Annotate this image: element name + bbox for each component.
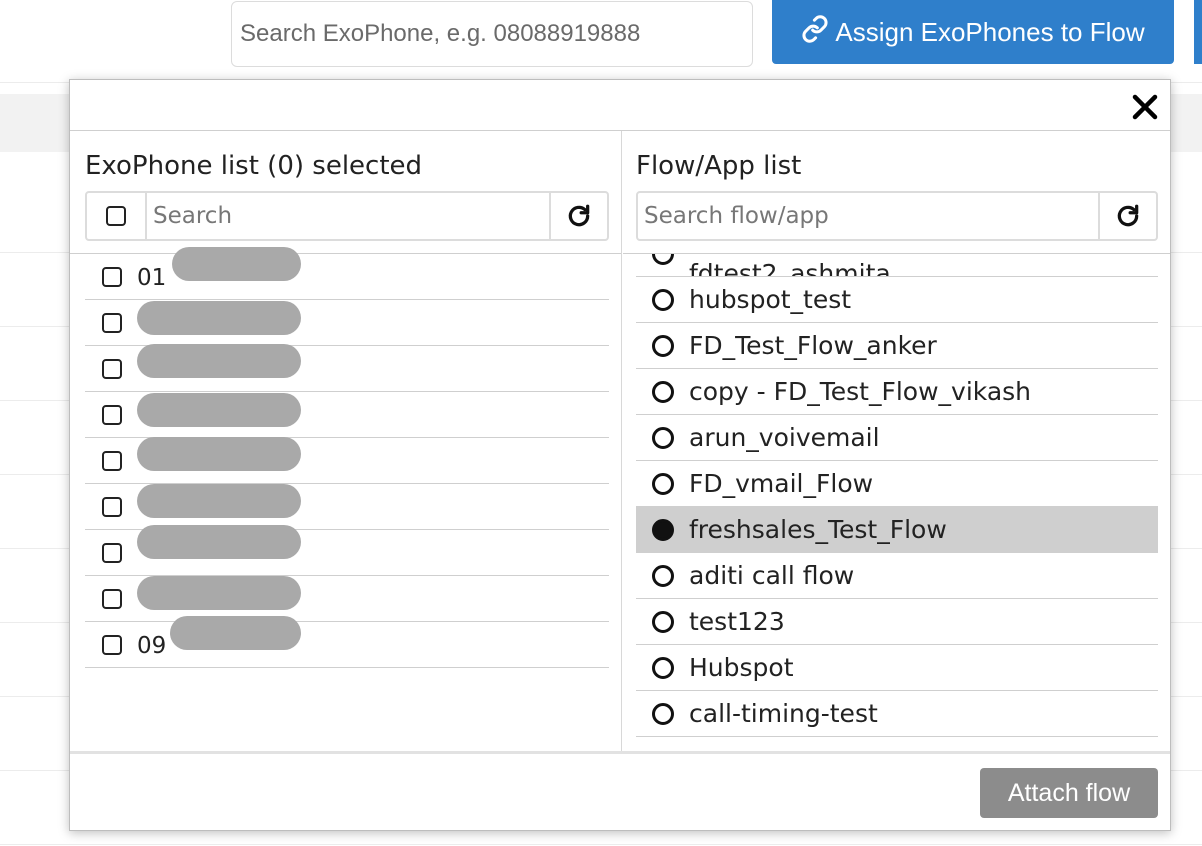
flow-label: freshsales_Test_Flow: [689, 515, 947, 544]
flow-label: test123: [689, 607, 785, 636]
redacted-number: [137, 576, 301, 610]
radio-button[interactable]: [652, 254, 674, 265]
row-divider: [0, 844, 1202, 845]
redacted-number: [137, 344, 301, 378]
flow-label: fdtest2_ashmita: [689, 259, 891, 277]
row-checkbox[interactable]: [102, 313, 122, 333]
row-checkbox[interactable]: [102, 267, 122, 287]
flow-label: copy - FD_Test_Flow_vikash: [689, 377, 1032, 406]
flow-searchbar: [636, 191, 1158, 241]
flow-item[interactable]: aditi call flow: [636, 553, 1158, 599]
secondary-button-edge[interactable]: [1194, 0, 1202, 64]
radio-button[interactable]: [652, 427, 674, 449]
flow-list: fdtest2_ashmita hubspot_test FD_Test_Flo…: [636, 254, 1158, 751]
refresh-icon[interactable]: [1098, 193, 1156, 239]
redacted-number: [172, 247, 301, 281]
radio-button[interactable]: [652, 565, 674, 587]
redacted-number: [137, 393, 301, 427]
list-item[interactable]: [85, 525, 609, 576]
flow-panel-title: Flow/App list: [636, 151, 802, 181]
flow-item[interactable]: test123: [636, 599, 1158, 645]
select-all-checkbox[interactable]: [87, 193, 147, 239]
radio-button[interactable]: [652, 381, 674, 403]
refresh-icon[interactable]: [549, 193, 607, 239]
exophone-panel-title: ExoPhone list (0) selected: [85, 151, 423, 181]
row-checkbox[interactable]: [102, 359, 122, 379]
exophone-panel: ExoPhone list (0) selected 01: [70, 131, 622, 751]
flow-item[interactable]: copy - FD_Test_Flow_vikash: [636, 369, 1158, 415]
phone-prefix: 01: [137, 265, 167, 291]
list-item[interactable]: [85, 437, 609, 484]
exophone-list: 01 09: [85, 247, 609, 668]
radio-button[interactable]: [652, 335, 674, 357]
list-item[interactable]: [85, 576, 609, 622]
flow-item[interactable]: hubspot_test: [636, 277, 1158, 323]
flow-label: aditi call flow: [689, 561, 855, 590]
flow-item[interactable]: FD_Test_Flow_anker: [636, 323, 1158, 369]
redacted-number: [170, 616, 301, 650]
footer-divider: [70, 751, 1170, 754]
attach-flow-button[interactable]: Attach flow: [980, 768, 1158, 818]
list-item[interactable]: [85, 344, 609, 392]
radio-button-checked[interactable]: [652, 519, 674, 541]
flow-search-input[interactable]: [638, 193, 1098, 239]
flow-label: call-timing-test: [689, 699, 878, 728]
assign-flow-popover: ExoPhone list (0) selected 01: [69, 79, 1171, 831]
flow-item[interactable]: fdtest2_ashmita: [636, 254, 1158, 277]
link-icon: [801, 14, 829, 50]
list-item[interactable]: 09: [85, 616, 609, 668]
radio-button[interactable]: [652, 289, 674, 311]
flow-label: FD_Test_Flow_anker: [689, 331, 937, 360]
list-item[interactable]: 01: [85, 247, 609, 300]
list-item[interactable]: [85, 300, 609, 346]
flow-panel: Flow/App list fdtest2_ashmita hubspot_te…: [623, 131, 1170, 751]
redacted-number: [137, 484, 301, 518]
flow-item[interactable]: Hubspot: [636, 645, 1158, 691]
row-checkbox[interactable]: [102, 405, 122, 425]
exophone-searchbar: [85, 191, 609, 241]
row-checkbox[interactable]: [102, 635, 122, 655]
flow-label: FD_vmail_Flow: [689, 469, 874, 498]
flow-item[interactable]: arun_voivemail: [636, 415, 1158, 461]
row-checkbox[interactable]: [102, 451, 122, 471]
list-item[interactable]: [85, 392, 609, 438]
flow-item[interactable]: FD_vmail_Flow: [636, 461, 1158, 507]
flow-label: Hubspot: [689, 653, 794, 682]
radio-button[interactable]: [652, 703, 674, 725]
radio-button[interactable]: [652, 657, 674, 679]
flow-label: arun_voivemail: [689, 423, 880, 452]
row-checkbox[interactable]: [102, 543, 122, 563]
assign-button-label: Assign ExoPhones to Flow: [835, 16, 1145, 47]
list-item[interactable]: [85, 484, 609, 530]
row-checkbox[interactable]: [102, 589, 122, 609]
assign-exophones-button[interactable]: Assign ExoPhones to Flow: [772, 0, 1174, 64]
redacted-number: [137, 301, 301, 335]
radio-button[interactable]: [652, 473, 674, 495]
redacted-number: [137, 525, 301, 559]
flow-item-selected[interactable]: freshsales_Test_Flow: [636, 507, 1158, 553]
flow-label: hubspot_test: [689, 285, 852, 314]
phone-prefix: 09: [137, 633, 167, 659]
exophone-search-input[interactable]: [231, 1, 753, 67]
close-icon[interactable]: [1128, 90, 1162, 124]
row-checkbox[interactable]: [102, 497, 122, 517]
exophone-list-search-input[interactable]: [147, 193, 549, 239]
radio-button[interactable]: [652, 611, 674, 633]
flow-item[interactable]: call-timing-test: [636, 691, 1158, 737]
redacted-number: [137, 437, 301, 471]
